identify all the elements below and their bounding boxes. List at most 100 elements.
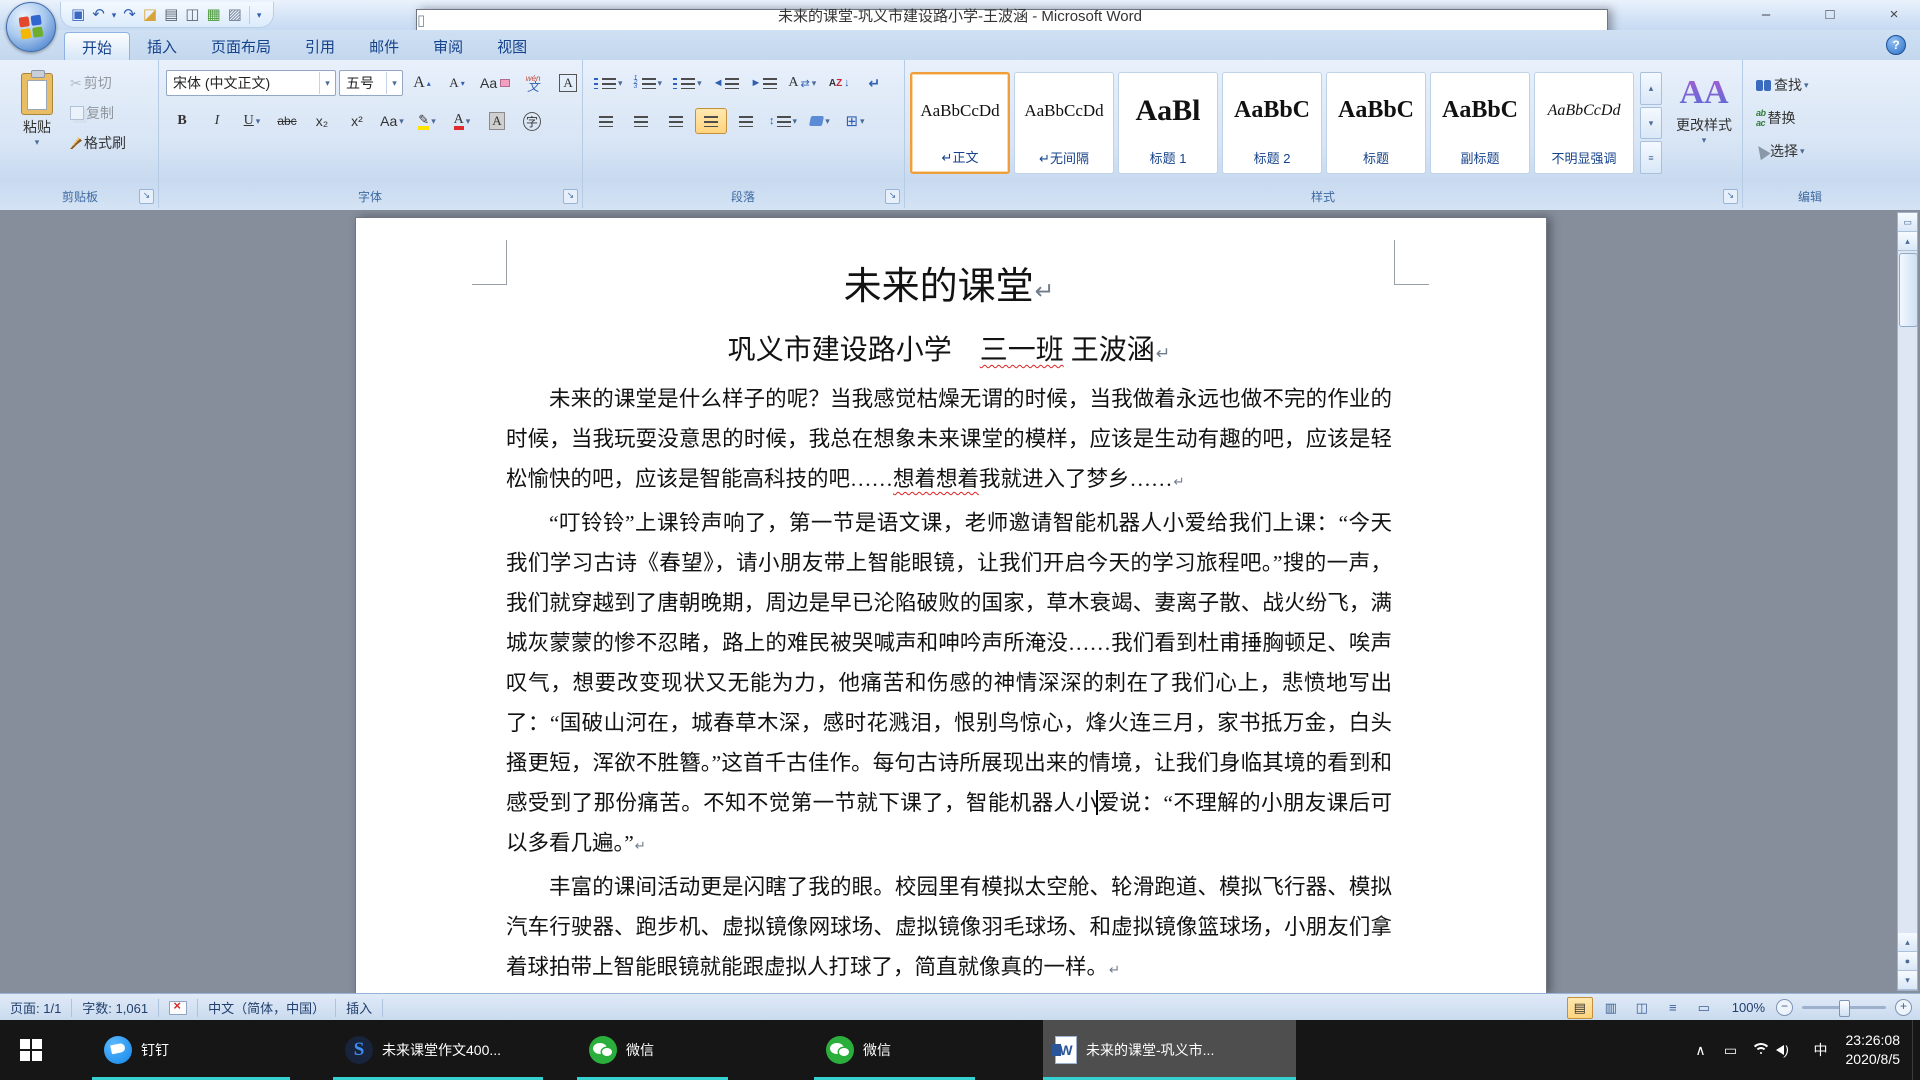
style-heading1[interactable]: AaBl 标题 1 <box>1118 72 1218 174</box>
language-status[interactable]: 中文（简体，中国） <box>198 994 335 1021</box>
change-styles-dropdown-icon[interactable]: ▾ <box>1669 135 1739 146</box>
styles-more-icon[interactable]: ≡ <box>1640 141 1662 174</box>
office-button[interactable] <box>6 2 56 52</box>
select-dropdown-icon[interactable]: ▾ <box>1800 146 1805 157</box>
align-center-button[interactable] <box>625 108 657 134</box>
multilevel-list-button[interactable]: ▾ <box>669 70 706 96</box>
styles-dialog-launcher[interactable]: ↘ <box>1723 189 1738 204</box>
clipboard-dialog-launcher[interactable]: ↘ <box>139 189 154 204</box>
show-desktop-button[interactable] <box>1912 1020 1920 1080</box>
select-button[interactable]: 选择 ▾ <box>1752 138 1813 164</box>
underline-button[interactable]: U ▾ <box>236 108 268 134</box>
word-count-status[interactable]: 字数: 1,061 <box>72 994 158 1021</box>
vertical-scrollbar[interactable]: ▭ ▴ ▴ ● ▾ <box>1897 212 1918 991</box>
tab-page-layout[interactable]: 页面布局 <box>194 32 288 62</box>
styles-scroll-up-icon[interactable]: ▴ <box>1640 72 1662 105</box>
bullets-button[interactable]: ▾ <box>590 70 627 96</box>
hidden-icons-chevron-icon[interactable]: ∧ <box>1686 1042 1716 1059</box>
asian-layout-dropdown-icon[interactable]: ▾ <box>812 78 817 89</box>
proofing-status[interactable] <box>159 994 197 1021</box>
increase-indent-button[interactable]: ► <box>746 70 781 96</box>
select-browse-object-icon[interactable]: ● <box>1898 952 1917 971</box>
taskbar-app-wechat-1[interactable]: 微信 <box>577 1020 728 1080</box>
scroll-up-icon[interactable]: ▴ <box>1898 232 1917 251</box>
style-subtle-emphasis[interactable]: AaBbCcDd 不明显强调 <box>1534 72 1634 174</box>
help-icon[interactable]: ? <box>1886 35 1906 55</box>
subscript-button[interactable]: x₂ <box>306 108 338 134</box>
bold-button[interactable]: B <box>166 108 198 134</box>
font-name-dropdown-icon[interactable]: ▾ <box>319 72 335 94</box>
zoom-level[interactable]: 100% <box>1732 1000 1765 1015</box>
style-title[interactable]: AaBbC 标题 <box>1326 72 1426 174</box>
scrollbar-thumb[interactable] <box>1899 253 1918 327</box>
zoom-slider-thumb[interactable] <box>1839 1000 1850 1017</box>
zoom-out-icon[interactable]: − <box>1776 999 1793 1016</box>
phonetic-guide-button[interactable]: wén 文 <box>517 70 549 96</box>
taskbar-app-browser[interactable]: S 未来课堂作文400... <box>333 1020 543 1080</box>
bullets-dropdown-icon[interactable]: ▾ <box>618 78 623 89</box>
font-color-button[interactable]: A ▾ <box>446 108 478 134</box>
minimize-button[interactable]: – <box>1746 4 1786 26</box>
enclose-characters-button[interactable]: 字 <box>516 108 548 134</box>
strikethrough-button[interactable]: abc <box>271 108 303 134</box>
paste-dropdown-icon[interactable]: ▾ <box>11 137 63 148</box>
borders-dropdown-icon[interactable]: ▾ <box>860 116 865 127</box>
change-case-dropdown-icon[interactable]: ▾ <box>399 116 404 127</box>
full-screen-reading-view-icon[interactable]: ▥ <box>1598 997 1624 1019</box>
outline-view-icon[interactable]: ≡ <box>1660 997 1686 1019</box>
distributed-button[interactable] <box>730 108 762 134</box>
numbering-dropdown-icon[interactable]: ▾ <box>658 78 663 89</box>
character-border-button[interactable]: A <box>552 70 584 96</box>
taskbar-app-word[interactable]: 未来的课堂-巩义市... <box>1043 1020 1296 1080</box>
sort-button[interactable]: AZ ↓ <box>823 70 855 96</box>
paragraph-dialog-launcher[interactable]: ↘ <box>885 189 900 204</box>
tab-review[interactable]: 审阅 <box>416 32 480 62</box>
ime-indicator[interactable]: 中 <box>1806 1040 1836 1060</box>
shading-dropdown-icon[interactable]: ▾ <box>825 116 830 127</box>
wifi-icon[interactable] <box>1746 1042 1776 1058</box>
asian-layout-button[interactable]: A ⇄ ▾ <box>784 70 820 96</box>
font-name-select[interactable]: 宋体 (中文正文) ▾ <box>166 70 336 96</box>
document-paragraph[interactable]: “叮铃铃”上课铃声响了，第一节是语文课，老师邀请智能机器人小爱给我们上课：“今天… <box>506 503 1392 867</box>
web-layout-view-icon[interactable]: ◫ <box>1629 997 1655 1019</box>
tab-insert[interactable]: 插入 <box>130 32 194 62</box>
taskbar-app-wechat-2[interactable]: 微信 <box>814 1020 975 1080</box>
multilevel-dropdown-icon[interactable]: ▾ <box>697 78 702 89</box>
style-subtitle[interactable]: AaBbC 副标题 <box>1430 72 1530 174</box>
style-normal[interactable]: AaBbCcDd ↵正文 <box>910 72 1010 174</box>
tab-mailings[interactable]: 邮件 <box>352 32 416 62</box>
copy-button[interactable]: 复制 <box>66 100 130 126</box>
scroll-previous-page-icon[interactable]: ▴ <box>1898 933 1917 952</box>
justify-button[interactable] <box>695 108 727 134</box>
document-byline[interactable]: 巩义市建设路小学 三一班 王波涵↵ <box>506 326 1392 379</box>
align-right-button[interactable] <box>660 108 692 134</box>
shading-button[interactable]: ▾ <box>804 108 836 134</box>
text-highlight-button[interactable]: ✎ ▾ <box>411 108 443 134</box>
highlight-dropdown-icon[interactable]: ▾ <box>431 116 436 127</box>
borders-button[interactable]: ⊞ ▾ <box>839 108 871 134</box>
clear-formatting-button[interactable]: Aa <box>476 70 514 96</box>
document-title[interactable]: 未来的课堂↵ <box>506 260 1392 318</box>
shrink-font-button[interactable]: A▾ <box>441 70 473 96</box>
italic-button[interactable]: I <box>201 108 233 134</box>
find-button[interactable]: 查找 ▾ <box>1752 72 1813 98</box>
close-button[interactable]: × <box>1874 4 1914 26</box>
zoom-slider[interactable] <box>1802 1006 1886 1009</box>
align-left-button[interactable] <box>590 108 622 134</box>
font-size-select[interactable]: 五号 ▾ <box>339 70 403 96</box>
numbering-button[interactable]: 123 ▾ <box>630 70 667 96</box>
font-dialog-launcher[interactable]: ↘ <box>563 189 578 204</box>
show-hide-marks-button[interactable]: ↵ <box>858 70 890 96</box>
style-heading2[interactable]: AaBbC 标题 2 <box>1222 72 1322 174</box>
superscript-button[interactable]: x² <box>341 108 373 134</box>
tab-references[interactable]: 引用 <box>288 32 352 62</box>
change-styles-button[interactable]: AA 更改样式 ▾ <box>1668 70 1740 190</box>
decrease-indent-button[interactable]: ◄ <box>709 70 744 96</box>
cut-button[interactable]: ✂ 剪切 <box>66 70 130 96</box>
character-shading-button[interactable]: A <box>481 108 513 134</box>
insert-mode-status[interactable]: 插入 <box>336 994 382 1021</box>
zoom-in-icon[interactable]: + <box>1895 999 1912 1016</box>
tab-view[interactable]: 视图 <box>480 32 544 62</box>
scroll-next-page-icon[interactable]: ▾ <box>1898 971 1917 990</box>
styles-scroll-down-icon[interactable]: ▾ <box>1640 107 1662 140</box>
